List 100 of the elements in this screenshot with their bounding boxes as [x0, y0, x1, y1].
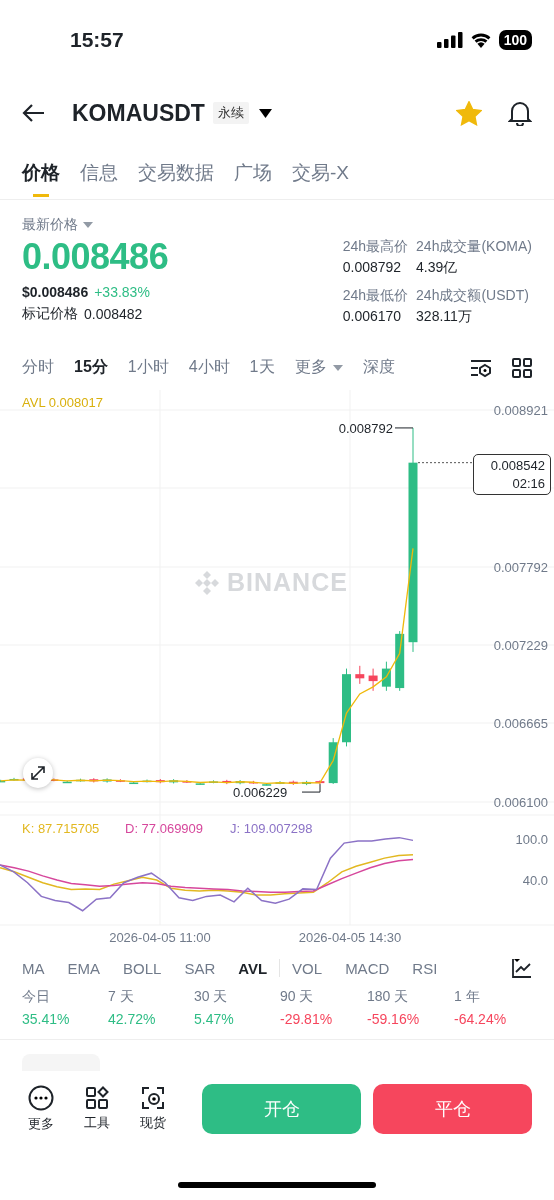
low-price-marker: 0.006229: [233, 784, 288, 800]
date-label: 2026-04-05 11:00: [109, 929, 211, 945]
indicator-tab[interactable]: MA: [22, 959, 45, 977]
shortcut-button[interactable]: 现货: [136, 1086, 170, 1132]
candle: [368, 668, 378, 692]
indicator-tab[interactable]: EMA: [67, 959, 100, 977]
candle: [195, 781, 205, 785]
return-value: 42.72%: [108, 1011, 157, 1027]
axis-label: 0.007792: [493, 559, 548, 575]
avl-value: AVL 0.008017: [22, 394, 103, 410]
stat-value: 0.006170: [342, 308, 403, 324]
tab[interactable]: 交易-X: [292, 146, 349, 199]
wifi-icon: [469, 32, 492, 48]
indicator-tab[interactable]: SAR: [184, 959, 216, 977]
price-line: [417, 462, 474, 464]
interval-tab[interactable]: 分时: [22, 357, 54, 378]
kdj-value: D: 77.069909: [125, 820, 204, 836]
open-position-button[interactable]: 开仓: [202, 1084, 361, 1134]
shortcut-button[interactable]: 工具: [80, 1086, 114, 1132]
period-label: 30 天: [194, 988, 229, 1006]
axis-label: 0.008921: [493, 402, 548, 418]
candle: [262, 782, 272, 786]
axis-label: 0.006100: [493, 794, 548, 810]
interval-tab[interactable]: 1天: [249, 357, 275, 378]
indicator-tab[interactable]: RSI: [412, 959, 438, 977]
tab[interactable]: 广场: [234, 146, 272, 199]
indicator-tab[interactable]: AVL: [238, 959, 268, 977]
date-label: 2026-04-05 14:30: [298, 929, 402, 945]
candle: [222, 779, 232, 785]
interval-tab[interactable]: 更多: [294, 357, 343, 378]
interval-tab[interactable]: 4小时: [188, 357, 230, 378]
caret-icon: [332, 364, 343, 371]
kdj-value: K: 87.715705: [22, 820, 100, 836]
candle: [395, 630, 405, 692]
stat-value: 328.11万: [416, 308, 473, 326]
period-label: 90 天: [280, 988, 315, 1006]
axis-label: 100.0: [515, 831, 548, 847]
tab[interactable]: 交易数据: [138, 146, 214, 199]
candle: [62, 780, 72, 784]
more-icon: [28, 1085, 54, 1111]
return-value: -29.81%: [280, 1011, 334, 1027]
return-value: -59.16%: [367, 1011, 421, 1027]
grid-layout-icon[interactable]: [512, 357, 532, 378]
return-value: -64.24%: [454, 1011, 508, 1027]
expand-button[interactable]: [23, 758, 53, 788]
candle: [275, 780, 285, 785]
leader-line: [301, 783, 321, 793]
contract-tag: 永续: [212, 102, 249, 124]
mark-price-label: 标记价格: [22, 305, 78, 323]
tab[interactable]: 信息: [80, 146, 118, 199]
period-label: 1 年: [454, 988, 481, 1006]
candle: [0, 779, 6, 783]
caret-icon[interactable]: [258, 108, 272, 118]
indicator-tab[interactable]: VOL: [292, 959, 323, 977]
candle: [328, 737, 338, 785]
interval-tab[interactable]: 15分: [74, 357, 108, 378]
indicator-tab[interactable]: MACD: [345, 959, 390, 977]
stat-value: 4.39亿: [416, 259, 459, 277]
candle: [288, 780, 298, 786]
star-icon[interactable]: [456, 100, 482, 126]
price-change: +33.83%: [94, 284, 150, 300]
interval-tab[interactable]: 1小时: [127, 357, 169, 378]
stat-label: 24h最低价: [342, 287, 409, 305]
price-label: 最新价格: [22, 216, 78, 234]
tab[interactable]: 价格: [22, 146, 60, 199]
high-price-marker: 0.008792: [338, 420, 393, 436]
candle: [89, 777, 99, 783]
candle: [235, 779, 245, 785]
indicator-tab[interactable]: BOLL: [123, 959, 162, 977]
axis-label: 0.007229: [493, 637, 548, 653]
stat-label: 24h成交额(USDT): [416, 287, 530, 305]
bell-icon[interactable]: [508, 100, 532, 126]
scan-icon: [141, 1086, 165, 1110]
period-label: 180 天: [367, 988, 410, 1006]
mark-price: 0.008482: [84, 306, 143, 322]
period-label: 7 天: [108, 988, 135, 1006]
last-price: 0.008486: [22, 236, 169, 278]
candle: [129, 780, 139, 785]
last-price-tag: 0.008542 02:16: [473, 454, 551, 495]
shortcut-button[interactable]: 更多: [24, 1085, 58, 1133]
close-position-button[interactable]: 平仓: [373, 1084, 532, 1134]
symbol-title: KOMAUSDT: [72, 99, 205, 127]
axis-label: 40.0: [522, 872, 548, 888]
kdj-value: J: 109.007298: [230, 820, 313, 836]
status-time: 15:57: [70, 28, 124, 52]
candle: [315, 779, 325, 785]
signal-icon: [436, 32, 463, 48]
interval-tab[interactable]: 深度: [362, 357, 395, 378]
usd-price: $0.008486: [22, 284, 89, 300]
candle: [182, 779, 192, 784]
stat-value: 0.008792: [342, 259, 403, 275]
line-chart-icon[interactable]: [512, 958, 532, 978]
return-value: 5.47%: [194, 1011, 235, 1027]
indicator-settings-icon[interactable]: [470, 357, 492, 378]
candle: [155, 778, 165, 784]
expand-icon: [29, 764, 47, 782]
tools-icon: [85, 1086, 109, 1110]
leader-line: [394, 427, 414, 429]
candle: [355, 665, 365, 685]
back-arrow-icon[interactable]: [22, 103, 46, 123]
